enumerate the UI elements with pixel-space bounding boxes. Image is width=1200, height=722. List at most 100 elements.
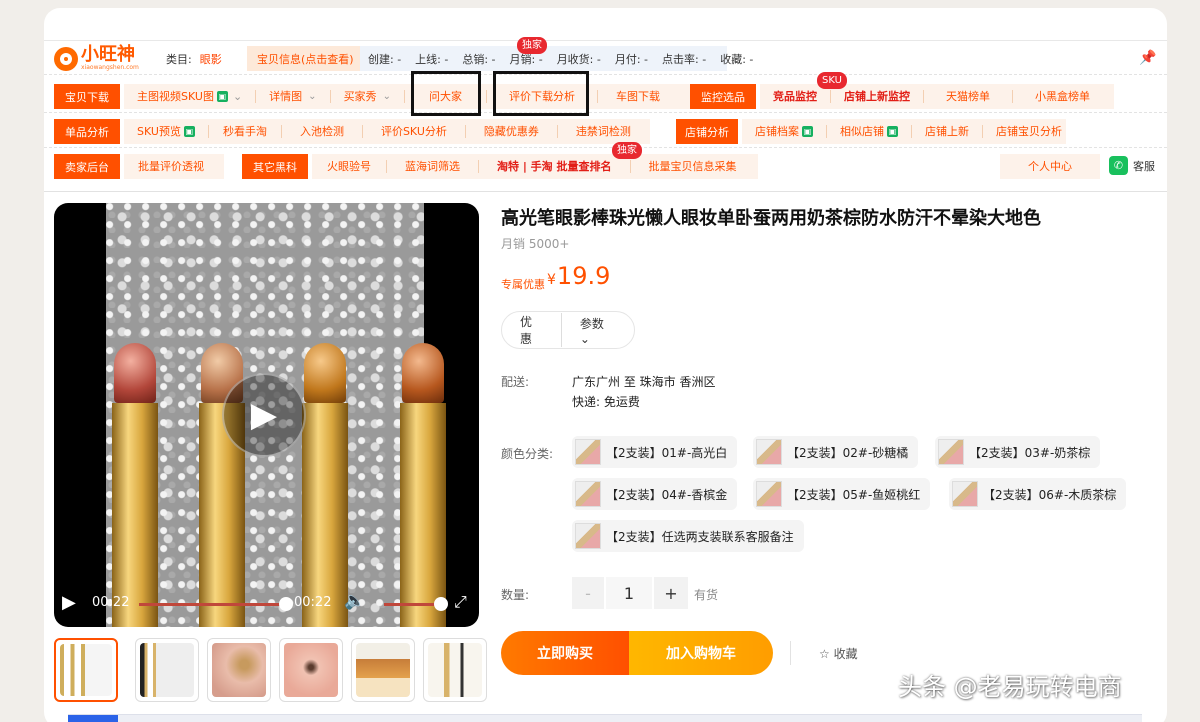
lipstick-bronze xyxy=(302,343,348,627)
item-download-button[interactable]: 宝贝下载 xyxy=(54,84,120,109)
sku-label: 【2支装】02#-砂糖橘 xyxy=(787,445,909,460)
link-blue-ocean-words[interactable]: 蓝海词筛选 xyxy=(387,160,479,173)
link-buyer-show[interactable]: 买家秀 xyxy=(331,90,405,103)
personal-center-button[interactable]: 个人中心 xyxy=(1000,154,1100,179)
customer-service-label: 客服 xyxy=(1133,159,1155,173)
thumbnail-2[interactable] xyxy=(135,638,199,702)
link-banned-word-check[interactable]: 违禁词检测 xyxy=(558,125,649,138)
sku-badge: SKU xyxy=(817,72,847,89)
price: ¥19.9 xyxy=(547,262,610,290)
tab-discount[interactable]: 优惠 xyxy=(502,313,562,347)
link-review-sku-analysis[interactable]: 评价SKU分析 xyxy=(363,125,466,138)
category-value[interactable]: 眼影 xyxy=(200,51,222,67)
lipstick-pink xyxy=(112,343,158,627)
bottom-tab-bar xyxy=(68,714,1142,722)
thumbnail-6[interactable] xyxy=(423,638,487,702)
fullscreen-icon[interactable]: ⤢ xyxy=(454,592,467,612)
link-competitor-monitor[interactable]: 竞品监控 xyxy=(760,90,831,103)
active-tab-indicator xyxy=(68,715,118,722)
thumbnail-1[interactable] xyxy=(54,638,118,702)
quantity-label: 数量: xyxy=(501,588,530,602)
plugin-row-seller: 卖家后台 批量评价透视 其它黑科 火眼验号 蓝海词筛选 淘特 | 手淘 批量查排… xyxy=(44,142,1167,183)
link-batch-review[interactable]: 批量评价透视 xyxy=(124,160,218,173)
monitor-select-button[interactable]: 监控选品 xyxy=(690,84,756,109)
lipstick-copper xyxy=(400,343,446,627)
pin-icon[interactable]: 📌 xyxy=(1139,50,1156,66)
seller-backend-button[interactable]: 卖家后台 xyxy=(54,154,120,179)
single-item-analysis-button[interactable]: 单品分析 xyxy=(54,119,120,144)
thumbnail-4[interactable] xyxy=(279,638,343,702)
thumbnail-strip xyxy=(54,638,487,704)
link-main-video-sku[interactable]: 主图视频SKU图 ▣ ⌄ xyxy=(124,90,257,103)
volume-slider[interactable] xyxy=(384,603,439,606)
link-car-image-download[interactable]: 车图下载 xyxy=(598,90,678,103)
add-to-cart-button[interactable]: 加入购物车 xyxy=(629,631,773,675)
link-shop-new-monitor[interactable]: 店铺上新监控 xyxy=(831,90,924,103)
info-tabs: 优惠 参数 ⌄ xyxy=(501,311,635,349)
sku-option-05[interactable]: 【2支装】05#-鱼姬桃红 xyxy=(753,478,931,510)
video-play-button[interactable]: ▶ xyxy=(222,373,306,457)
link-blackbox-ranking[interactable]: 小黑盒榜单 xyxy=(1013,90,1112,103)
personal-center-label: 个人中心 xyxy=(1028,160,1072,173)
link-hidden-coupon[interactable]: 隐藏优惠券 xyxy=(466,125,558,138)
plugin-logo[interactable]: 小旺神 xiaowangshen.com xyxy=(54,44,139,74)
sku-option-any-two[interactable]: 【2支装】任选两支装联系客服备注 xyxy=(572,520,804,552)
link-detail-images[interactable]: 详情图 xyxy=(256,90,331,103)
link-sku-preview[interactable]: SKU预览 ▣ xyxy=(124,125,209,138)
monitor-links: 竞品监控 店铺上新监控 天猫榜单 小黑盒榜单 xyxy=(760,84,1114,109)
link-batch-item-collect[interactable]: 批量宝贝信息采集 xyxy=(631,160,755,173)
sku-thumbnail xyxy=(938,439,964,465)
quantity-increase-button[interactable]: + xyxy=(654,577,688,609)
sku-option-04[interactable]: 【2支装】04#-香槟金 xyxy=(572,478,738,510)
link-quick-view[interactable]: 秒看手淘 xyxy=(209,125,282,138)
page-card: 小旺神 xiaowangshen.com 类目: 眼影 宝贝信息(点击查看) 创… xyxy=(44,8,1167,722)
category-info: 类目: 眼影 xyxy=(166,51,222,67)
plugin-row-info: 小旺神 xiaowangshen.com 类目: 眼影 宝贝信息(点击查看) 创… xyxy=(44,37,1167,75)
chevron-down-icon: ⌄ xyxy=(232,90,243,103)
sku-thumbnail xyxy=(575,481,601,507)
product-video[interactable]: ▶ ▶ 00:22 00:22 🔈 ⤢ xyxy=(54,203,479,627)
quantity-input[interactable]: 1 xyxy=(606,577,652,609)
sku-preview-icon: ▣ xyxy=(183,126,195,137)
customer-service-button[interactable]: ✆ 客服 xyxy=(1109,156,1155,175)
sku-option-06[interactable]: 【2支装】06#-木质茶棕 xyxy=(949,478,1127,510)
play-icon[interactable]: ▶ xyxy=(62,592,76,613)
link-shop-new[interactable]: 店铺上新 xyxy=(912,125,983,138)
favorite-button[interactable]: ☆ 收藏 xyxy=(819,645,858,662)
tab-params[interactable]: 参数 ⌄ xyxy=(562,315,634,346)
link-pool-check[interactable]: 入池检测 xyxy=(282,125,363,138)
volume-handle[interactable] xyxy=(434,597,448,611)
shop-analysis-button[interactable]: 店铺分析 xyxy=(676,119,738,144)
logo-domain: xiaowangshen.com xyxy=(81,64,139,71)
other-tools-button[interactable]: 其它黑科 xyxy=(242,154,308,179)
sku-label: 【2支装】03#-奶茶棕 xyxy=(969,445,1091,460)
link-tmall-ranking[interactable]: 天猫榜单 xyxy=(924,90,1013,103)
shipping-route[interactable]: 广东广州 至 珠海市 香洲区 xyxy=(572,373,715,390)
sku-option-01[interactable]: 【2支装】01#-高光白 xyxy=(572,436,738,468)
shop-links: 店铺档案 ▣ 相似店铺 ▣ 店铺上新 店铺宝贝分析 xyxy=(742,119,1066,144)
link-account-check[interactable]: 火眼验号 xyxy=(312,160,387,173)
quantity-decrease-button[interactable]: - xyxy=(572,577,604,609)
logo-icon xyxy=(54,47,78,71)
highlight-ask-everyone xyxy=(411,71,481,116)
thumbnail-5[interactable] xyxy=(351,638,415,702)
video-progress-bar[interactable] xyxy=(139,603,284,606)
link-batch-rank[interactable]: 淘特 | 手淘 批量查排名 xyxy=(479,160,631,173)
link-similar-shop[interactable]: 相似店铺 ▣ xyxy=(827,125,912,138)
buy-now-button[interactable]: 立即购买 xyxy=(501,631,629,675)
link-shop-item-analysis[interactable]: 店铺宝贝分析 xyxy=(983,125,1075,138)
analysis-links: SKU预览 ▣ 秒看手淘 入池检测 评价SKU分析 隐藏优惠券 违禁词检测 xyxy=(124,119,650,144)
plugin-row-download: 宝贝下载 主图视频SKU图▣⌄ 详情图 买家秀 问大家 评价下载分析 车图下载 … xyxy=(44,71,1167,116)
sku-option-02[interactable]: 【2支装】02#-砂糖橘 xyxy=(753,436,919,468)
video-progress-handle[interactable] xyxy=(279,597,293,611)
sku-option-03[interactable]: 【2支装】03#-奶茶棕 xyxy=(935,436,1101,468)
stat-ctr: 点击率: - xyxy=(662,52,707,66)
tab-params-label: 参数 xyxy=(579,316,604,331)
watermark: 头条 @老易玩转电商 xyxy=(898,673,1122,701)
link-shop-profile[interactable]: 店铺档案 ▣ xyxy=(742,125,827,138)
item-info-button[interactable]: 宝贝信息(点击查看) xyxy=(247,46,364,71)
thumbnail-3[interactable] xyxy=(207,638,271,702)
volume-icon[interactable]: 🔈 xyxy=(344,591,365,611)
seller-links: 批量评价透视 xyxy=(124,154,224,179)
sku-label: 【2支装】01#-高光白 xyxy=(606,445,728,460)
